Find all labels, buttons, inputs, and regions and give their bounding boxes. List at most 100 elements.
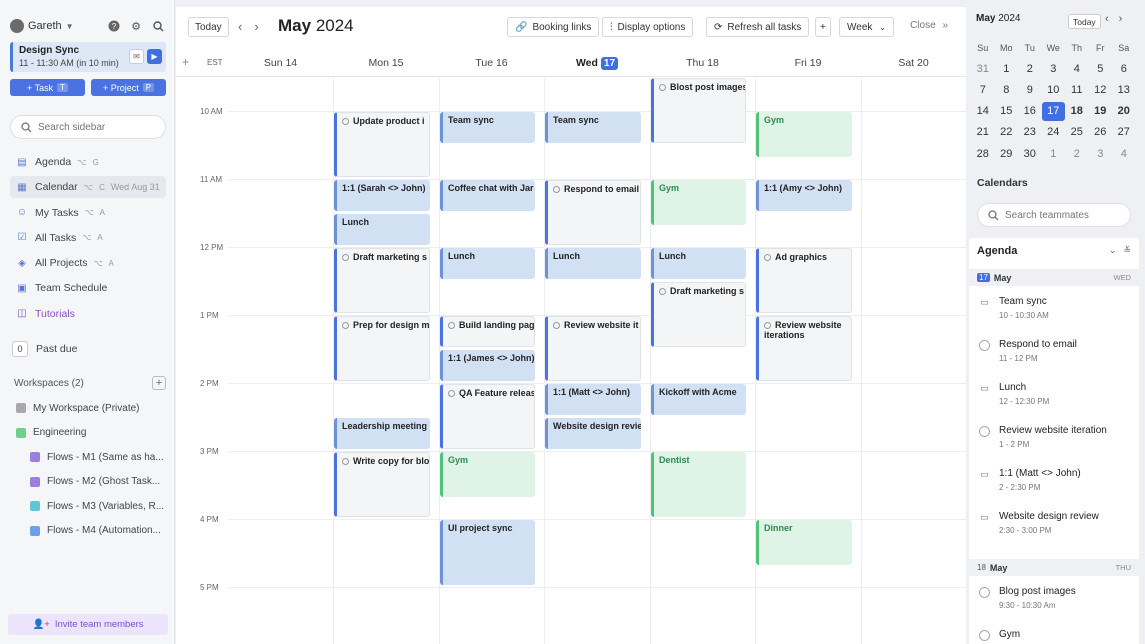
- task-checkbox-icon[interactable]: [342, 254, 349, 261]
- mini-calendar-day[interactable]: 1: [1042, 148, 1066, 160]
- today-button[interactable]: Today: [188, 17, 229, 37]
- teammate-search-input[interactable]: [1005, 209, 1120, 221]
- mini-calendar-day[interactable]: 12: [1089, 84, 1113, 96]
- task-checkbox-icon[interactable]: [342, 458, 349, 465]
- mini-calendar-day[interactable]: 8: [995, 84, 1019, 96]
- calendar-task[interactable]: QA Feature releas: [440, 384, 535, 449]
- mini-calendar-day[interactable]: 2: [1065, 148, 1089, 160]
- mini-calendar-day[interactable]: 28: [971, 148, 995, 160]
- gear-icon[interactable]: ⚙: [128, 18, 144, 34]
- calendar-event[interactable]: Leadership meeting: [334, 418, 430, 449]
- sidebar-item-agenda[interactable]: ▤ Agenda ⌥ G: [10, 151, 166, 173]
- agenda-event[interactable]: ▭ 1:1 (Matt <> John) 2 - 2:30 PM: [979, 468, 1134, 498]
- calendar-event[interactable]: Dentist: [651, 452, 746, 517]
- invite-team-button[interactable]: 👤+ Invite team members: [8, 614, 168, 635]
- calendar-task[interactable]: Build landing pag: [440, 316, 535, 347]
- day-header[interactable]: Fri 19: [755, 51, 861, 75]
- calendar-task[interactable]: Review website it: [545, 316, 641, 381]
- calendar-event[interactable]: 1:1 (Matt <> John): [545, 384, 641, 415]
- day-header[interactable]: Sun 14: [228, 51, 333, 75]
- mini-calendar-day[interactable]: 18: [1065, 105, 1089, 117]
- mini-calendar-day[interactable]: 11: [1065, 84, 1089, 96]
- calendar-event[interactable]: Team sync: [545, 112, 641, 143]
- mini-calendar-day[interactable]: 5: [1089, 63, 1113, 75]
- mail-icon[interactable]: ✉: [129, 49, 144, 64]
- past-due[interactable]: 0 Past due: [12, 341, 77, 357]
- chevron-right-icon[interactable]: ›: [254, 19, 258, 34]
- add-workspace-button[interactable]: +: [152, 376, 166, 390]
- agenda-task[interactable]: Respond to email 11 - 12 PM: [979, 339, 1134, 369]
- avatar[interactable]: [10, 19, 24, 33]
- agenda-event[interactable]: ▭ Website design review 2:30 - 3:00 PM: [979, 511, 1134, 541]
- task-checkbox-icon[interactable]: [448, 322, 455, 329]
- calendar-event[interactable]: 1:1 (James <> John): [440, 350, 535, 381]
- current-event-card[interactable]: Design Sync 11 - 11:30 AM (in 10 min) ✉ …: [10, 42, 166, 72]
- mini-calendar-day[interactable]: 4: [1065, 63, 1089, 75]
- day-header[interactable]: Wed 17: [544, 51, 650, 75]
- workspace-project-item[interactable]: Flows - M3 (Variables, R...: [16, 494, 166, 519]
- calendar-event[interactable]: Lunch: [334, 214, 430, 245]
- calendar-event[interactable]: Gym: [756, 112, 852, 157]
- mini-calendar-day[interactable]: 9: [1018, 84, 1042, 96]
- calendar-event[interactable]: Lunch: [545, 248, 641, 279]
- help-icon[interactable]: ?: [106, 18, 122, 34]
- user-name[interactable]: Gareth: [28, 20, 62, 32]
- workspace-item[interactable]: Engineering: [16, 421, 166, 446]
- collapse-icon[interactable]: ≚: [1123, 245, 1131, 256]
- week-grid[interactable]: 10 AM 11 AM 12 PM 1 PM 2 PM 3 PM 4 PM 5 PM Updat…: [176, 78, 966, 644]
- day-header[interactable]: Mon 15: [333, 51, 439, 75]
- mini-calendar-day[interactable]: 10: [1042, 84, 1066, 96]
- mini-calendar-day[interactable]: 6: [1112, 63, 1136, 75]
- mini-calendar-day[interactable]: 3: [1042, 63, 1066, 75]
- calendar-event[interactable]: Kickoff with Acme: [651, 384, 746, 415]
- workspace-project-item[interactable]: Flows - M4 (Automation...: [16, 519, 166, 544]
- calendar-task[interactable]: Review website iterations: [756, 316, 852, 381]
- calendar-event[interactable]: Dinner: [756, 520, 852, 565]
- mini-calendar-day[interactable]: 13: [1112, 84, 1136, 96]
- agenda-event[interactable]: ▭ Lunch 12 - 12:30 PM: [979, 382, 1134, 412]
- calendar-task[interactable]: Draft marketing s: [651, 282, 746, 347]
- calendar-event[interactable]: Gym: [651, 180, 746, 225]
- mini-calendar-day[interactable]: 26: [1089, 126, 1113, 138]
- sidebar-item-tutorials[interactable]: ◫ Tutorials: [10, 303, 166, 325]
- chevron-left-icon[interactable]: ‹: [238, 19, 242, 34]
- calendar-task[interactable]: Prep for design m: [334, 316, 430, 381]
- mini-calendar-day[interactable]: 1: [995, 63, 1019, 75]
- search-icon[interactable]: [150, 18, 166, 34]
- calendar-event[interactable]: Lunch: [651, 248, 746, 279]
- task-checkbox-icon[interactable]: [342, 118, 349, 125]
- mini-calendar-day[interactable]: 19: [1089, 105, 1113, 117]
- plus-icon[interactable]: +: [182, 55, 189, 69]
- calendar-event[interactable]: 1:1 (Amy <> John): [756, 180, 852, 211]
- calendar-event[interactable]: Gym: [440, 452, 535, 497]
- mini-calendar-day[interactable]: 21: [971, 126, 995, 138]
- workspace-item[interactable]: My Workspace (Private): [16, 396, 166, 421]
- calendar-event[interactable]: 1:1 (Sarah <> John): [334, 180, 430, 211]
- sidebar-item-team-schedule[interactable]: ▣ Team Schedule: [10, 277, 166, 299]
- task-checkbox-icon[interactable]: [979, 587, 990, 598]
- agenda-event[interactable]: ▭ Team sync 10 - 10:30 AM: [979, 296, 1134, 326]
- display-options-button[interactable]: ⫶ Display options: [602, 17, 694, 37]
- mini-calendar-day[interactable]: 25: [1065, 126, 1089, 138]
- task-checkbox-icon[interactable]: [979, 340, 990, 351]
- task-checkbox-icon[interactable]: [448, 390, 455, 397]
- calendar-task[interactable]: Draft marketing s: [334, 248, 430, 313]
- calendar-event[interactable]: Lunch: [440, 248, 535, 279]
- calendar-task[interactable]: Update product i: [334, 112, 430, 177]
- mini-calendar-day[interactable]: 3: [1089, 148, 1113, 160]
- mini-calendar-day[interactable]: 29: [995, 148, 1019, 160]
- calendar-task[interactable]: Write copy for blo: [334, 452, 430, 517]
- task-checkbox-icon[interactable]: [764, 322, 771, 329]
- sidebar-item-all-tasks[interactable]: ☑ All Tasks ⌥ A: [10, 227, 166, 249]
- mini-calendar-day[interactable]: 30: [1018, 148, 1042, 160]
- day-header[interactable]: Tue 16: [439, 51, 544, 75]
- mini-calendar-day[interactable]: 27: [1112, 126, 1136, 138]
- mini-calendar-day[interactable]: 31: [971, 63, 995, 75]
- task-checkbox-icon[interactable]: [979, 630, 990, 641]
- mini-calendar-day[interactable]: 16: [1018, 105, 1042, 117]
- sidebar-item-calendar[interactable]: ▦ Calendar ⌥ C Wed Aug 31: [10, 176, 166, 199]
- timezone-label[interactable]: EST: [207, 58, 223, 67]
- workspace-project-item[interactable]: Flows - M2 (Ghost Task...: [16, 470, 166, 495]
- mini-calendar-day[interactable]: 4: [1112, 148, 1136, 160]
- calendar-event[interactable]: Team sync: [440, 112, 535, 143]
